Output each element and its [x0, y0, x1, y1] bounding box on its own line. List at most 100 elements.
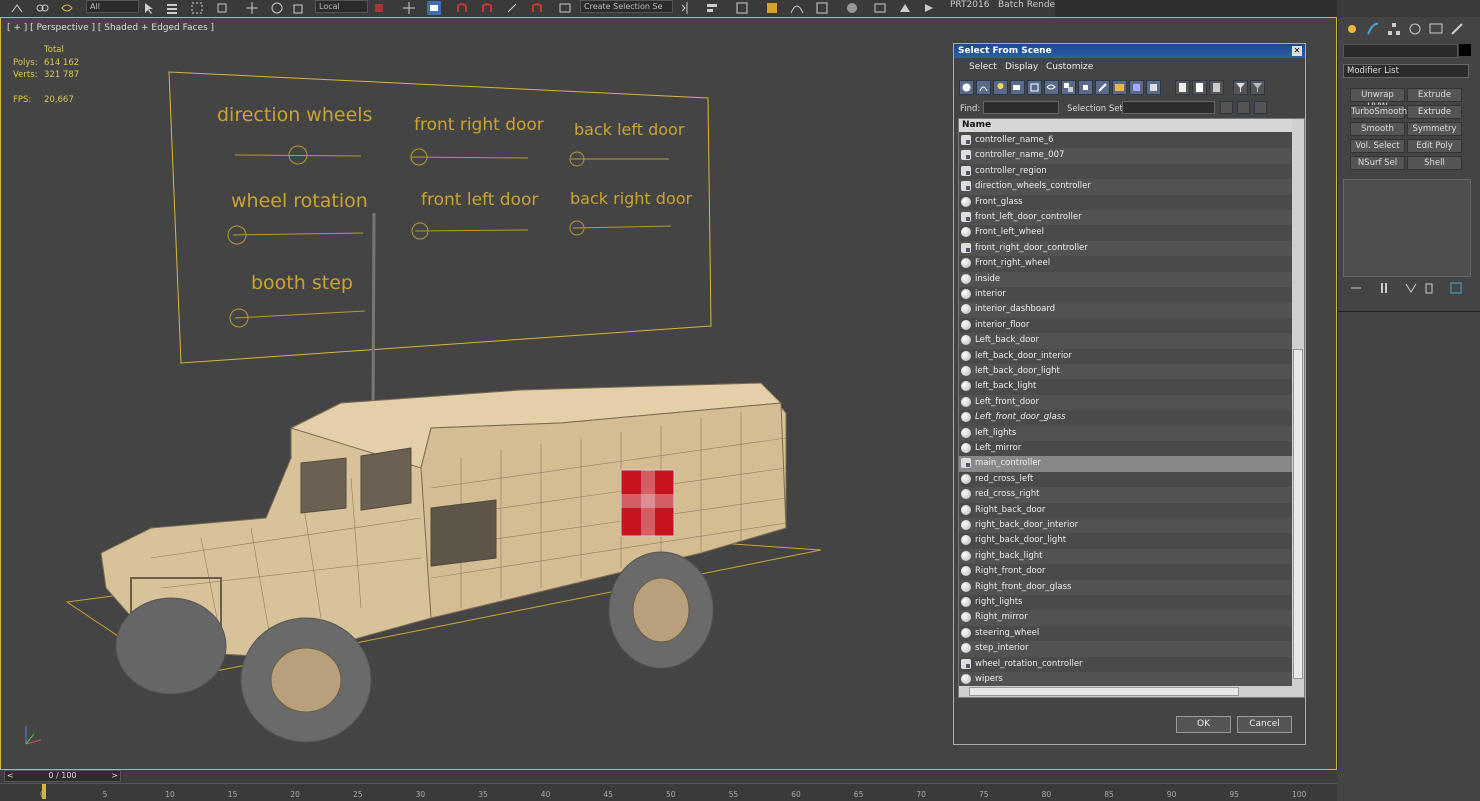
modifier-extrude-2-button[interactable]: Extrude	[1407, 105, 1462, 119]
menu-customize[interactable]: Customize	[1046, 62, 1093, 72]
menu-display[interactable]: Display	[1005, 62, 1038, 72]
horizontal-scrollbar[interactable]	[959, 686, 1292, 697]
rect-selection-icon[interactable]	[190, 1, 204, 15]
display-groups-icon[interactable]	[1061, 80, 1076, 95]
list-item[interactable]: Right_front_door_glass	[959, 579, 1292, 595]
scale-icon[interactable]	[292, 1, 306, 15]
display-all-icon[interactable]	[1175, 80, 1190, 95]
list-item[interactable]: wheel_rotation_controller	[959, 657, 1292, 672]
edit-named-selection-icon[interactable]	[558, 1, 572, 15]
invert-display-icon[interactable]	[1209, 80, 1224, 95]
list-item[interactable]: left_back_door_light	[959, 364, 1292, 380]
modifier-list-dropdown[interactable]: Modifier List	[1343, 64, 1469, 78]
object-color-swatch[interactable]	[1459, 44, 1471, 56]
display-frozen-icon[interactable]	[1129, 80, 1144, 95]
find-input[interactable]	[983, 101, 1059, 114]
menu-select[interactable]: Select	[969, 62, 997, 72]
make-unique-icon[interactable]	[1403, 280, 1419, 296]
hierarchy-tab-icon[interactable]	[1386, 21, 1402, 37]
timeline[interactable]: < 0 / 100 > 0 5 10 15 20 25 30 35 40 45 50 55 60 65 70…	[0, 770, 1337, 801]
keyboard-shortcut-icon[interactable]	[427, 1, 441, 15]
curve-editor-icon[interactable]	[790, 1, 804, 15]
list-item[interactable]: left_back_door_interior	[959, 349, 1292, 364]
list-item[interactable]: Right_mirror	[959, 610, 1292, 626]
display-bones-icon[interactable]	[1095, 80, 1110, 95]
bind-spacewarp-icon[interactable]	[60, 1, 74, 15]
scene-explorer-icon[interactable]	[765, 1, 779, 15]
layer-manager-icon[interactable]	[735, 1, 749, 15]
list-item[interactable]: Front_right_wheel	[959, 256, 1292, 271]
list-item[interactable]: Right_back_door	[959, 503, 1292, 518]
display-shapes-icon[interactable]	[976, 80, 991, 95]
list-item[interactable]: right_back_light	[959, 548, 1292, 565]
filter-icon[interactable]	[1233, 80, 1248, 95]
list-item[interactable]: controller_region	[959, 164, 1292, 179]
list-item[interactable]: controller_name_6	[959, 133, 1292, 148]
filter-options-icon[interactable]	[1250, 80, 1265, 95]
spinner-snap-icon[interactable]	[530, 1, 544, 15]
select-object-icon[interactable]	[142, 1, 156, 15]
list-item[interactable]: red_cross_right	[959, 487, 1292, 503]
list-item[interactable]: right_lights	[959, 595, 1292, 610]
modifier-nsurf-sel-button[interactable]: NSurf Sel	[1350, 156, 1405, 170]
motion-tab-icon[interactable]	[1407, 21, 1423, 37]
modifier-turbosmooth-button[interactable]: TurboSmooth	[1350, 105, 1407, 119]
list-item[interactable]: step_interior	[959, 641, 1292, 657]
list-item[interactable]: right_back_door_light	[959, 533, 1292, 548]
angle-snap-icon[interactable]	[480, 1, 494, 15]
display-tab-icon[interactable]	[1428, 21, 1444, 37]
display-lights-icon[interactable]	[993, 80, 1008, 95]
window-crossing-icon[interactable]	[215, 1, 229, 15]
render-setup-icon[interactable]	[873, 1, 887, 15]
display-geometry-icon[interactable]	[959, 80, 974, 95]
list-item[interactable]: right_back_door_interior	[959, 518, 1292, 534]
list-item[interactable]: left_back_light	[959, 379, 1292, 394]
display-cameras-icon[interactable]	[1010, 80, 1025, 95]
display-spacewarps-icon[interactable]	[1044, 80, 1059, 95]
pivot-center-icon[interactable]	[372, 1, 386, 15]
align-icon[interactable]	[705, 1, 719, 15]
pin-stack-icon[interactable]	[1348, 280, 1364, 296]
horizontal-scroll-thumb[interactable]	[969, 687, 1239, 696]
display-none-icon[interactable]	[1192, 80, 1207, 95]
add-set-icon[interactable]	[1237, 101, 1250, 114]
display-hidden-icon[interactable]	[1146, 80, 1161, 95]
select-set-icon[interactable]	[1220, 101, 1233, 114]
vertical-scroll-thumb[interactable]	[1293, 349, 1303, 679]
material-editor-icon[interactable]	[845, 1, 859, 15]
move-icon[interactable]	[245, 1, 259, 15]
render-frame-icon[interactable]	[898, 1, 912, 15]
list-item[interactable]: Front_left_wheel	[959, 225, 1292, 240]
list-item[interactable]: interior	[959, 287, 1292, 302]
show-end-result-icon[interactable]	[1376, 280, 1392, 296]
column-header-name[interactable]: Name	[959, 119, 1292, 132]
list-item[interactable]: interior_dashboard	[959, 302, 1292, 318]
select-manipulate-icon[interactable]	[402, 1, 416, 15]
time-next-icon[interactable]: >	[111, 771, 118, 781]
list-item[interactable]: front_right_door_controller	[959, 240, 1292, 257]
display-xrefs-icon[interactable]	[1078, 80, 1093, 95]
modifier-unwrap-uvw-button[interactable]: Unwrap UVW	[1350, 88, 1405, 112]
close-icon[interactable]: ✕	[1292, 46, 1302, 56]
list-item[interactable]: Left_front_door_glass	[959, 410, 1292, 425]
ok-button[interactable]: OK	[1176, 716, 1231, 733]
batch-render-button[interactable]: Batch Render..	[998, 0, 1064, 11]
modifier-edit-poly-button[interactable]: Edit Poly	[1407, 139, 1462, 153]
create-tab-icon[interactable]	[1344, 21, 1360, 37]
list-item[interactable]: Left_back_door	[959, 333, 1292, 349]
list-item[interactable]: inside	[959, 271, 1292, 287]
list-item[interactable]: interior_floor	[959, 318, 1292, 333]
display-containers-icon[interactable]	[1112, 80, 1127, 95]
render-production-icon[interactable]	[922, 1, 936, 15]
selection-set-dropdown[interactable]	[1122, 101, 1215, 114]
remove-modifier-icon[interactable]	[1421, 280, 1437, 296]
snaps-toggle-icon[interactable]	[455, 1, 469, 15]
named-selection-sets-dropdown[interactable]: Create Selection Se	[580, 0, 673, 13]
cancel-button[interactable]: Cancel	[1237, 716, 1292, 733]
object-name-field[interactable]	[1343, 44, 1458, 58]
modifier-symmetry-button[interactable]: Symmetry	[1407, 122, 1462, 136]
selection-filter-dropdown[interactable]: All	[86, 0, 139, 13]
modifier-stack[interactable]	[1343, 179, 1471, 277]
time-slider[interactable]: < 0 / 100 >	[4, 770, 121, 782]
prt-label[interactable]: PRT2016	[950, 0, 989, 11]
